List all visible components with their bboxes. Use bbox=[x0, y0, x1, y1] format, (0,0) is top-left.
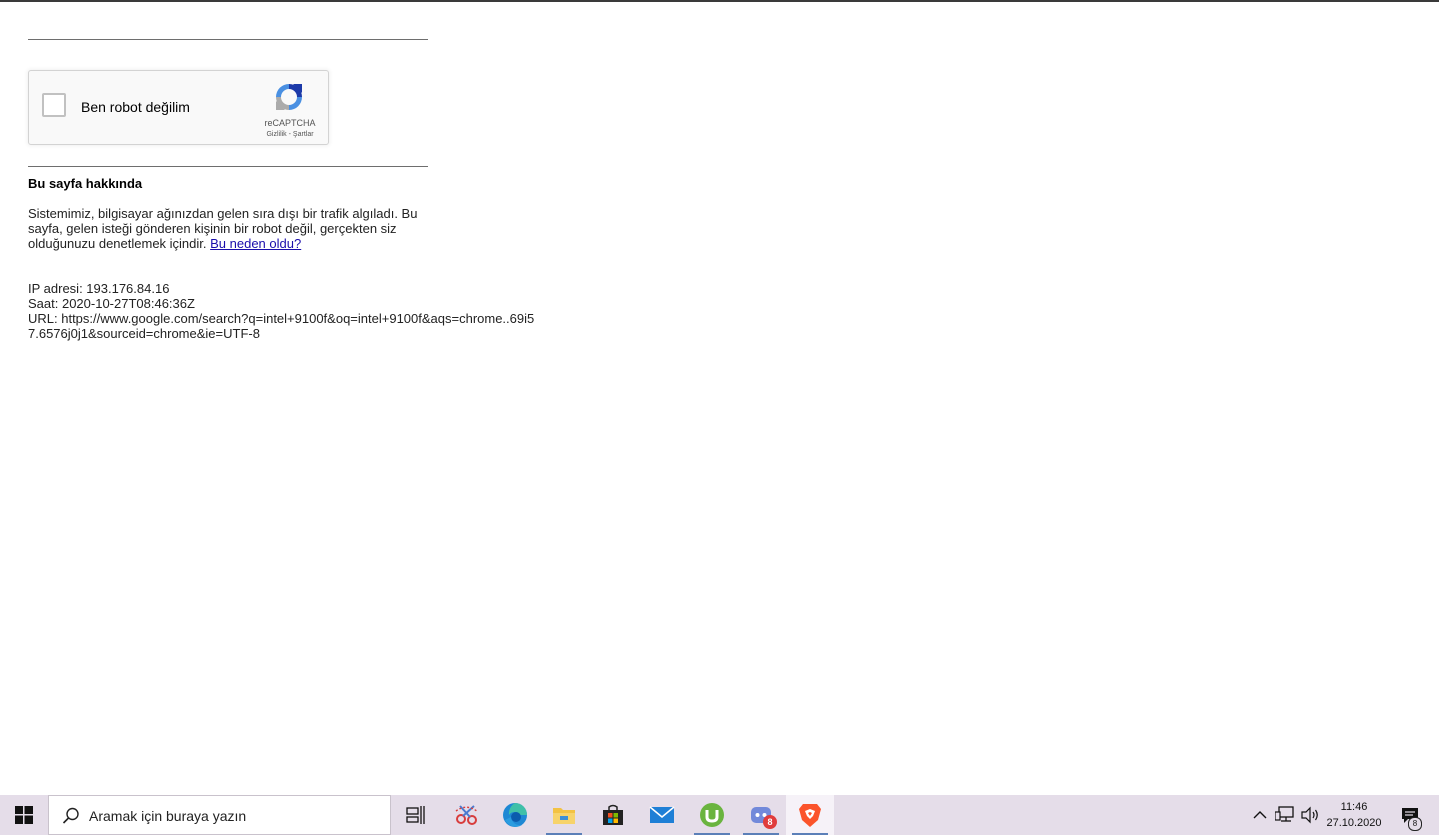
divider-bottom bbox=[28, 166, 428, 167]
discord-badge: 8 bbox=[763, 815, 777, 829]
clock-date: 27.10.2020 bbox=[1326, 817, 1382, 829]
taskbar: Aramak için buraya yazın 8 11:46 27.10.2… bbox=[0, 795, 1439, 835]
store-icon bbox=[603, 804, 623, 825]
utorrent-button[interactable] bbox=[688, 795, 736, 835]
recaptcha-terms-link[interactable]: Şartlar bbox=[293, 131, 314, 138]
why-link[interactable]: Bu neden oldu? bbox=[210, 236, 301, 251]
clock-time: 11:46 bbox=[1340, 801, 1368, 813]
volume-icon bbox=[1301, 806, 1318, 824]
mail-button[interactable] bbox=[638, 795, 686, 835]
task-view-button[interactable] bbox=[392, 795, 440, 835]
ip-address: IP adresi: 193.176.84.16 bbox=[28, 281, 170, 296]
edge-button[interactable] bbox=[491, 795, 539, 835]
about-page-text: Sistemimiz, bilgisayar ağınızdan gelen s… bbox=[28, 206, 428, 251]
taskbar-clock[interactable]: 11:46 27.10.2020 bbox=[1320, 799, 1388, 831]
recaptcha-brand: reCAPTCHA bbox=[264, 118, 316, 128]
edge-icon bbox=[503, 803, 527, 827]
request-url: URL: https://www.google.com/search?q=int… bbox=[28, 311, 535, 341]
window-top-border bbox=[0, 0, 1439, 2]
recaptcha-checkbox[interactable] bbox=[42, 93, 66, 117]
network-icon bbox=[1275, 806, 1294, 822]
brave-icon bbox=[799, 804, 821, 827]
search-icon bbox=[62, 807, 79, 824]
volume-button[interactable] bbox=[1298, 795, 1322, 835]
recaptcha-privacy-link[interactable]: Gizlilik bbox=[266, 131, 286, 138]
windows-start-icon bbox=[15, 806, 33, 824]
snipping-tool-icon bbox=[455, 805, 479, 825]
discord-button[interactable]: 8 bbox=[737, 795, 785, 835]
recaptcha-logo-icon bbox=[276, 84, 302, 110]
show-hidden-icons-button[interactable] bbox=[1250, 795, 1270, 835]
timestamp: Saat: 2020-10-27T08:46:36Z bbox=[28, 296, 195, 311]
store-button[interactable] bbox=[589, 795, 637, 835]
network-button[interactable] bbox=[1272, 795, 1298, 835]
recaptcha-links: Gizlilik - Şartlar bbox=[255, 131, 325, 138]
file-explorer-button[interactable] bbox=[540, 795, 588, 835]
snipping-tool-button[interactable] bbox=[443, 795, 491, 835]
taskbar-search-box[interactable]: Aramak için buraya yazın bbox=[48, 795, 391, 835]
utorrent-icon bbox=[700, 803, 724, 827]
task-view-icon bbox=[406, 806, 425, 824]
file-explorer-icon bbox=[553, 808, 575, 824]
mail-icon bbox=[649, 806, 675, 823]
about-page-title: Bu sayfa hakkında bbox=[28, 176, 143, 191]
chevron-up-icon bbox=[1253, 811, 1267, 819]
search-placeholder: Aramak için buraya yazın bbox=[89, 808, 247, 824]
request-info: IP adresi: 193.176.84.16 Saat: 2020-10-2… bbox=[28, 281, 543, 341]
divider-top bbox=[28, 39, 428, 40]
start-button[interactable] bbox=[0, 795, 48, 835]
recaptcha-widget: Ben robot değilim reCAPTCHA Gizlilik - Ş… bbox=[28, 70, 329, 145]
recaptcha-checkbox-label: Ben robot değilim bbox=[81, 99, 190, 115]
brave-button[interactable] bbox=[786, 795, 834, 835]
notification-count-badge: 8 bbox=[1408, 817, 1422, 831]
